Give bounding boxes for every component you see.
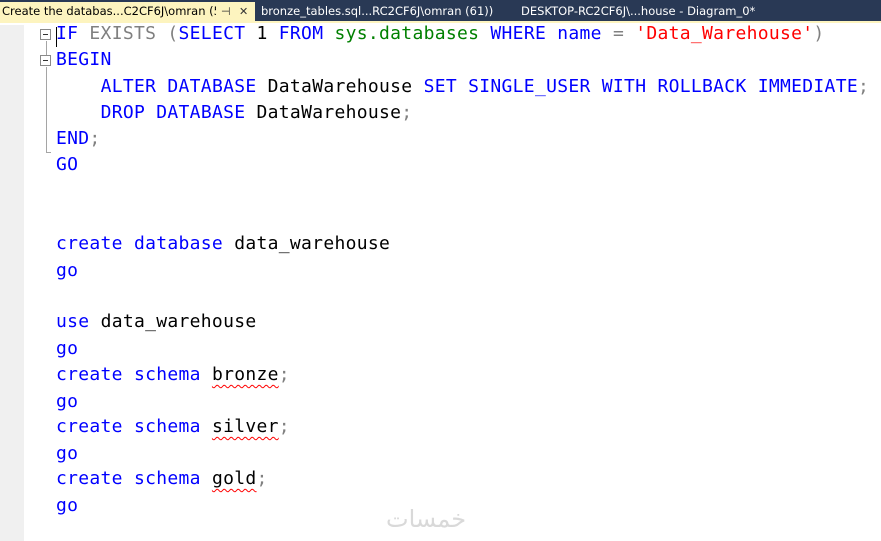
system-object: sys.databases	[334, 23, 480, 44]
code-line-alter: ALTER DATABASE DataWarehouse SET SINGLE_…	[56, 75, 869, 99]
identifier: DataWarehouse	[256, 102, 402, 123]
keyword: SET	[423, 76, 457, 97]
identifier: data_warehouse	[234, 233, 391, 254]
keyword: EXISTS	[89, 23, 157, 44]
operator: )	[813, 23, 825, 44]
keyword: schema	[133, 468, 201, 489]
keyword: create	[56, 364, 123, 385]
keyword: END	[56, 128, 90, 149]
literal: 1	[256, 23, 268, 44]
keyword: ROLLBACK	[657, 76, 747, 97]
code-line-create-schema-bronze: create schema bronze;	[56, 363, 290, 387]
sql-editor[interactable]: IF EXISTS (SELECT 1 FROM sys.databases W…	[0, 22, 881, 541]
close-icon[interactable]: ✕	[239, 2, 248, 21]
operator: (	[167, 23, 179, 44]
keyword: IMMEDIATE	[757, 76, 858, 97]
keyword: WITH	[601, 76, 647, 97]
keyword: go	[56, 391, 79, 412]
keyword: create	[56, 233, 123, 254]
keyword: FROM	[278, 23, 324, 44]
keyword: SELECT	[178, 23, 246, 44]
code-line-go: go	[56, 337, 78, 361]
tab-bronze-tables[interactable]: bronze_tables.sql...RC2CF6J\omran (61))	[261, 2, 493, 21]
code-line-go: go	[56, 390, 78, 414]
identifier: name	[557, 23, 602, 44]
operator: =	[612, 23, 625, 44]
operator: ;	[401, 102, 413, 123]
keyword: go	[56, 443, 79, 464]
tab-title: bronze_tables.sql...RC2CF6J\omran (61))	[261, 4, 494, 18]
identifier: data_warehouse	[100, 311, 257, 332]
identifier: DataWarehouse	[267, 76, 413, 97]
tab-title: DESKTOP-RC2CF6J\...house - Diagram_0*	[521, 4, 756, 18]
keyword: DATABASE	[167, 76, 257, 97]
outline-line	[46, 41, 47, 55]
code-line-create-database: create database data_warehouse	[56, 232, 390, 256]
code-line-if-exists: IF EXISTS (SELECT 1 FROM sys.databases W…	[56, 22, 825, 46]
code-line-create-schema-silver: create schema silver;	[56, 415, 290, 439]
code-line-drop: DROP DATABASE DataWarehouse;	[56, 101, 413, 125]
keyword: SINGLE_USER	[468, 76, 591, 97]
identifier-error: silver	[211, 416, 279, 437]
keyword: IF	[56, 23, 79, 44]
code-line-go: go	[56, 442, 78, 466]
keyword: schema	[133, 364, 201, 385]
keyword: database	[133, 233, 224, 254]
keyword: go	[56, 260, 79, 281]
tab-create-database-script[interactable]: Create the databas...C2CF6J\omran (52)) …	[0, 2, 255, 23]
keyword: ALTER	[100, 76, 157, 97]
keyword: go	[56, 495, 79, 516]
keyword: use	[56, 311, 90, 332]
code-line-begin: BEGIN	[56, 48, 112, 72]
identifier-error: bronze	[211, 364, 279, 385]
operator: ;	[89, 128, 101, 149]
keyword: create	[56, 468, 123, 489]
code-line-end: END;	[56, 127, 101, 151]
string-literal: 'Data_Warehouse'	[635, 23, 814, 44]
code-line-go: go	[56, 494, 78, 518]
operator: ;	[857, 76, 870, 97]
tab-diagram[interactable]: DESKTOP-RC2CF6J\...house - Diagram_0*	[521, 2, 755, 21]
identifier-error: gold	[211, 468, 257, 489]
outline-end	[46, 152, 51, 153]
outline-line	[46, 67, 47, 153]
keyword: go	[56, 338, 79, 359]
pin-icon[interactable]: ⊣	[221, 2, 231, 21]
watermark: خمسات	[386, 505, 467, 533]
operator: ;	[278, 364, 290, 385]
code-line-use: use data_warehouse	[56, 310, 256, 334]
collapse-icon[interactable]	[40, 55, 51, 66]
keyword: schema	[133, 416, 201, 437]
operator: ;	[278, 416, 290, 437]
code-line-go: go	[56, 259, 78, 283]
editor-selection-margin	[0, 25, 24, 541]
code-line-go: GO	[56, 153, 78, 177]
tab-title: Create the databas...C2CF6J\omran (52))	[2, 4, 216, 18]
collapse-icon[interactable]	[40, 29, 51, 40]
code-line-create-schema-gold: create schema gold;	[56, 467, 268, 491]
keyword: create	[56, 416, 123, 437]
keyword: DATABASE	[156, 102, 246, 123]
keyword: GO	[56, 154, 79, 175]
keyword: BEGIN	[56, 49, 112, 70]
keyword: DROP	[100, 102, 146, 123]
keyword: WHERE	[490, 23, 547, 44]
document-tab-strip: Create the databas...C2CF6J\omran (52)) …	[0, 0, 881, 23]
operator: ;	[256, 468, 268, 489]
